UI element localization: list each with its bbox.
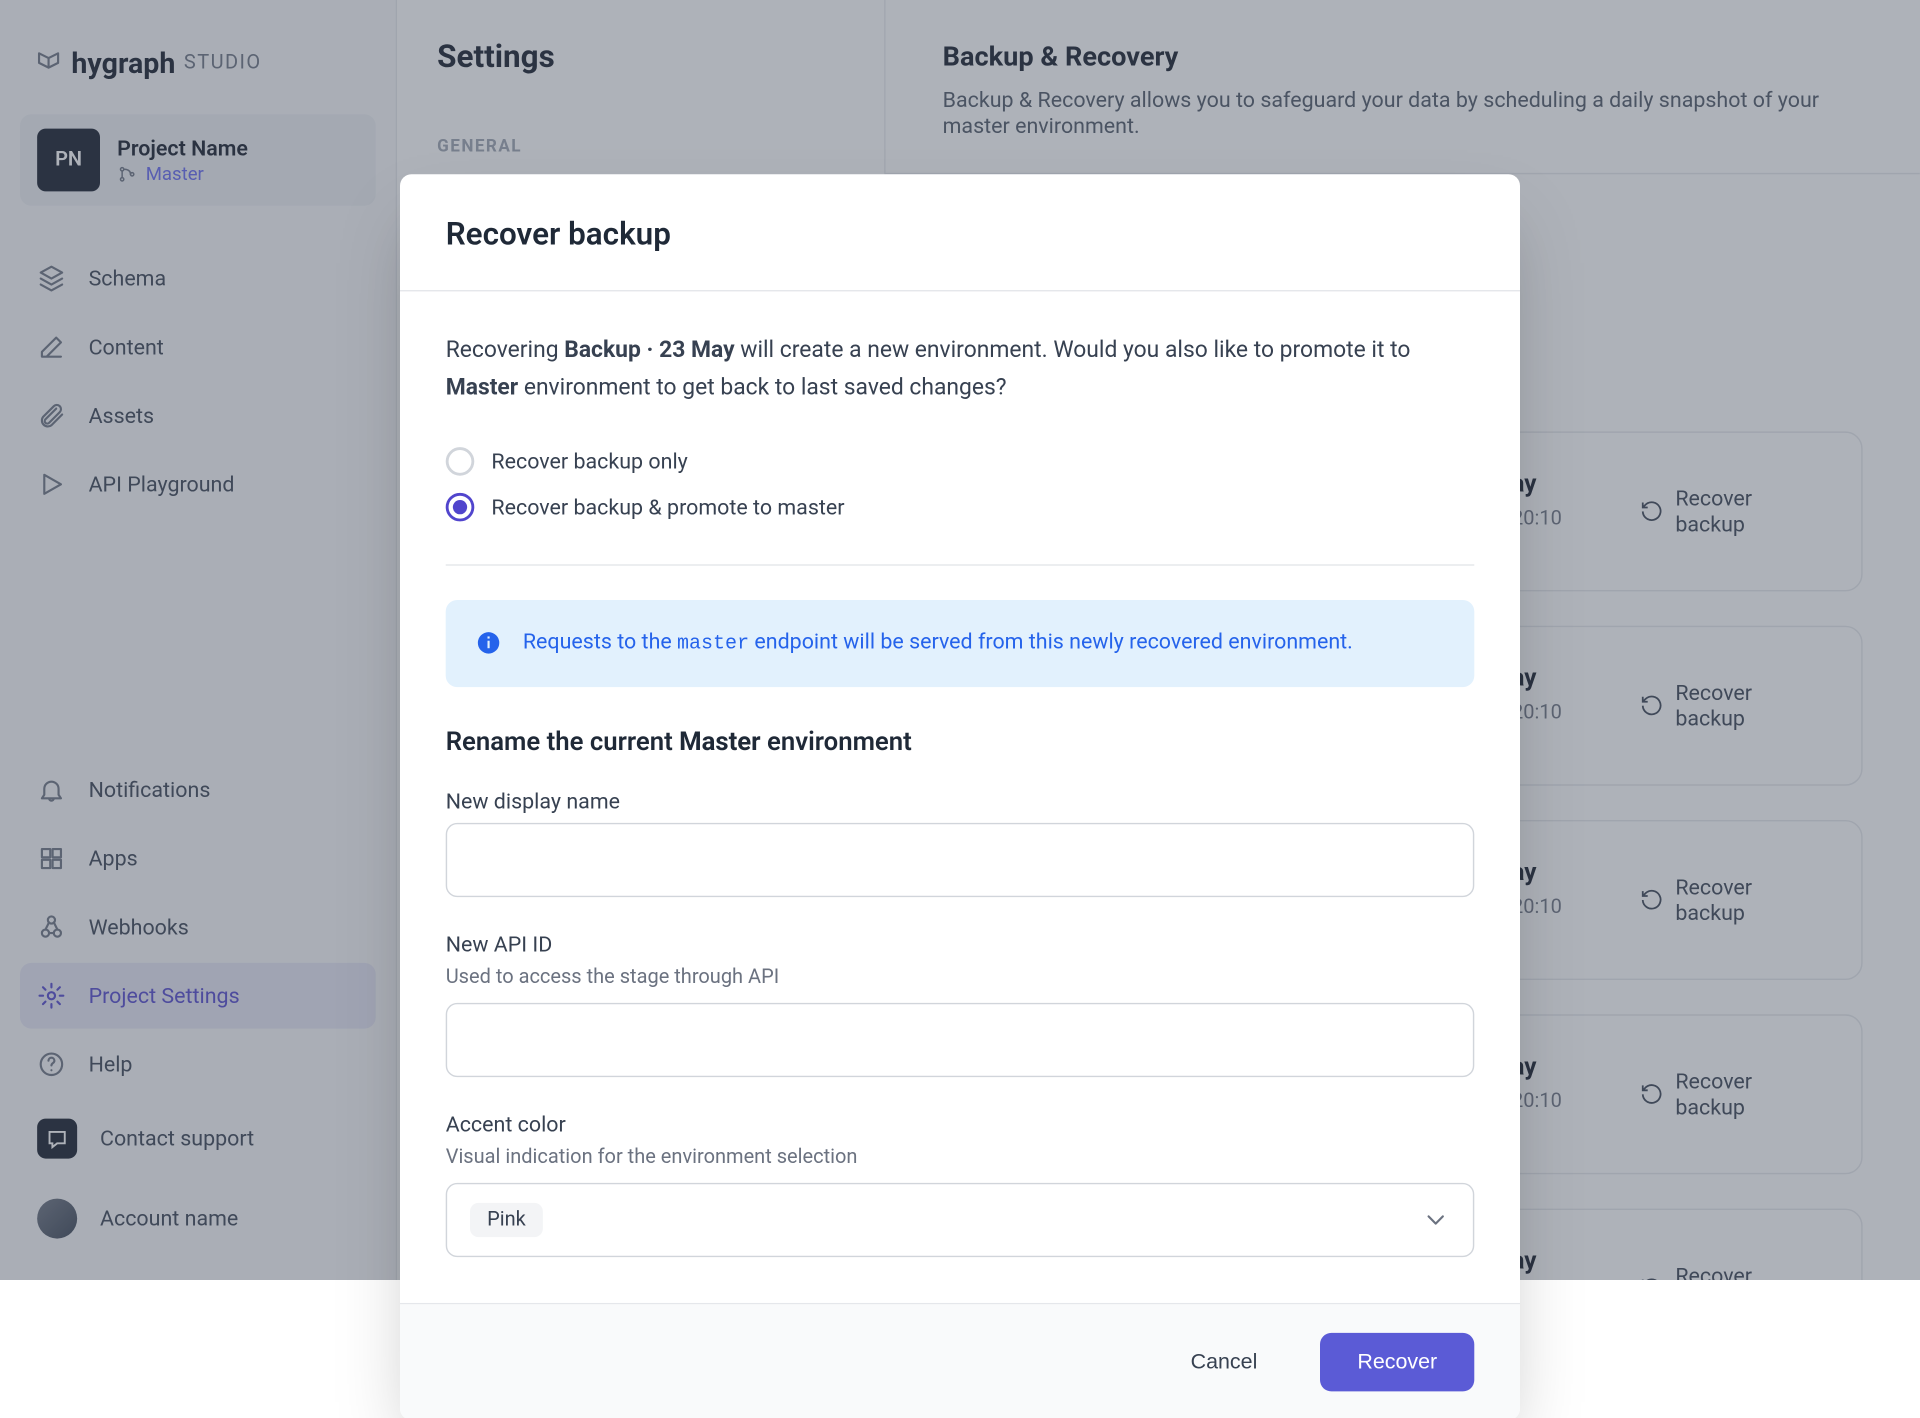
recover-button[interactable]: Recover	[1320, 1333, 1474, 1392]
display-name-input[interactable]	[446, 823, 1475, 897]
accent-color-select[interactable]: Pink	[446, 1183, 1475, 1257]
accent-color-help: Visual indication for the environment se…	[446, 1146, 1475, 1169]
info-icon	[474, 629, 503, 658]
api-id-label: New API ID	[446, 931, 1475, 957]
modal-header: Recover backup	[400, 174, 1520, 291]
modal-overlay[interactable]: Recover backup Recovering Backup · 23 Ma…	[0, 0, 1920, 1280]
accent-color-value: Pink	[470, 1203, 543, 1237]
modal-footer: Cancel Recover	[400, 1303, 1520, 1418]
chevron-down-icon	[1421, 1206, 1450, 1235]
divider	[446, 565, 1475, 566]
info-callout: Requests to the master endpoint will be …	[446, 600, 1475, 687]
modal-title: Recover backup	[446, 217, 1475, 253]
modal-lead-text: Recovering Backup · 23 May will create a…	[446, 331, 1475, 404]
rename-section-title: Rename the current Master environment	[446, 727, 1475, 757]
accent-color-label: Accent color	[446, 1111, 1475, 1137]
api-id-input[interactable]	[446, 1003, 1475, 1077]
api-id-help: Used to access the stage through API	[446, 966, 1475, 989]
radio-icon	[446, 493, 475, 522]
display-name-label: New display name	[446, 788, 1475, 814]
radio-recover-only[interactable]: Recover backup only	[446, 439, 1475, 485]
radio-recover-and-promote[interactable]: Recover backup & promote to master	[446, 485, 1475, 531]
radio-icon	[446, 447, 475, 476]
recover-backup-modal: Recover backup Recovering Backup · 23 Ma…	[400, 174, 1520, 1418]
cancel-button[interactable]: Cancel	[1153, 1333, 1294, 1392]
